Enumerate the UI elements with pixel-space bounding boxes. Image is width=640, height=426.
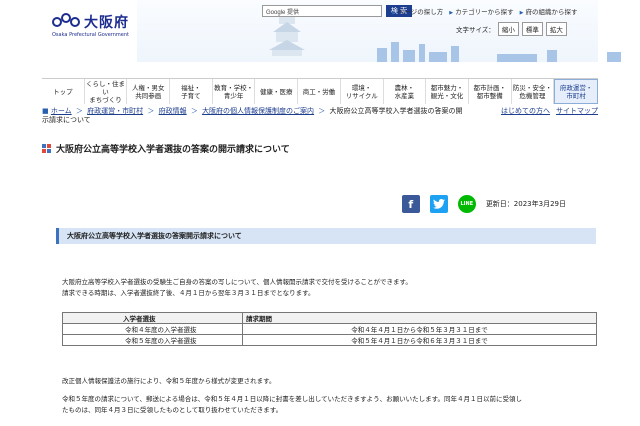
search-input[interactable]: Google 提供 xyxy=(262,5,382,17)
city-skyline-illustration xyxy=(377,42,621,62)
column-header: 入学者選抜 xyxy=(62,312,243,324)
title-marker-icon xyxy=(42,143,51,153)
link-beginners[interactable]: はじめての方へ xyxy=(501,107,550,116)
search-bar: Google 提供 検 索 xyxy=(262,5,412,17)
page-title-bar: 大阪府公立高等学校入学者選抜の答案の開示請求について xyxy=(42,140,598,156)
help-links: はじめての方へ サイトマップ xyxy=(501,107,598,116)
nav-tourism[interactable]: 都市魅力・ 観光・文化 xyxy=(426,79,469,104)
table-cell: 令和５年度の入学者選抜 xyxy=(62,334,243,346)
breadcrumb: ■ ホーム ＞ 府政運営・市町村 ＞ 府政情報 ＞ 大阪府の個人情報保護制度のご… xyxy=(42,107,598,124)
nav-government[interactable]: 府政運営・ 市町村 xyxy=(554,79,598,104)
breadcrumb-privacy[interactable]: 大阪府の個人情報保護制度のご案内 xyxy=(202,107,314,115)
intro-paragraph: 大阪府立高等学校入学者選抜の受験生ご自身の答案の写しについて、個人情報開示請求で… xyxy=(62,277,592,299)
site-logo[interactable]: 大阪府 xyxy=(52,12,129,32)
breadcrumb-current-wrap: 示請求について xyxy=(42,116,91,124)
breadcrumb-gov-info[interactable]: 府政情報 xyxy=(159,107,187,115)
font-enlarge-button[interactable]: 拡大 xyxy=(545,22,567,36)
site-header: 大阪府 Osaka Prefectural Government Google … xyxy=(42,0,621,78)
link-how-to-find[interactable]: ページの探し方 xyxy=(392,6,443,16)
font-size-control: 文字サイズ： 縮小 標準 拡大 xyxy=(456,22,567,36)
osaka-logo-icon xyxy=(52,13,82,31)
breadcrumb-home[interactable]: ホーム xyxy=(51,107,72,115)
font-standard-button[interactable]: 標準 xyxy=(521,22,543,36)
note-paragraph: 令和５年度の請求について、郵送による場合は、令和５年４月１日以降に封書を差し出し… xyxy=(62,394,592,416)
logo-subtitle: Osaka Prefectural Government xyxy=(52,32,130,38)
logo-text: 大阪府 xyxy=(84,15,129,31)
nav-commerce[interactable]: 商工・労働 xyxy=(298,79,341,104)
nav-living[interactable]: くらし・住まい まちづくり xyxy=(85,79,128,104)
font-size-label: 文字サイズ： xyxy=(456,26,495,34)
nav-urban-planning[interactable]: 都市計画・ 都市整備 xyxy=(469,79,512,104)
request-period-table: 入学者選抜 請求期間 令和４年度の入学者選抜 令和４年４月１日から令和５年３月３… xyxy=(62,312,597,346)
intro-line: 請求できる時期は、入学者選抜終了後、４月１日から翌年３月３１日までとなります。 xyxy=(62,289,315,297)
facebook-icon[interactable]: f xyxy=(401,195,420,213)
table-row: 令和５年度の入学者選抜 令和５年４月１日から令和６年３月３１日まで xyxy=(62,334,597,346)
updated-date: 更新日：2023年3月29日 xyxy=(485,200,566,208)
table-header-row: 入学者選抜 請求期間 xyxy=(62,312,597,324)
nav-human-rights[interactable]: 人権・男女 共同参画 xyxy=(127,79,171,104)
link-by-category[interactable]: カテゴリーから探す xyxy=(449,6,514,16)
table-row: 令和４年度の入学者選抜 令和４年４月１日から令和５年３月３１日まで xyxy=(62,323,597,335)
utility-links: ページの探し方 カテゴリーから探す 府の組織から探す xyxy=(392,6,578,16)
share-bar: f LINE 更新日：2023年3月29日 xyxy=(42,193,598,215)
link-by-organization[interactable]: 府の組織から探す xyxy=(520,6,577,16)
note-paragraph: 改正個人情報保護法の施行により、令和５年度から様式が変更されます。 xyxy=(62,377,276,385)
column-header: 請求期間 xyxy=(242,312,597,324)
nav-agriculture[interactable]: 農林・ 水産業 xyxy=(384,79,427,104)
global-nav: トップ くらし・住まい まちづくり 人権・男女 共同参画 福祉・ 子育て 教育・学校・… xyxy=(42,78,598,104)
table-cell: 令和４年４月１日から令和５年３月３１日まで xyxy=(242,323,597,335)
nav-environment[interactable]: 環境・ リサイクル xyxy=(341,79,384,104)
nav-disaster[interactable]: 防災・安全・ 危機管理 xyxy=(512,79,555,104)
breadcrumb-government[interactable]: 府政運営・市町村 xyxy=(87,107,143,115)
table-cell: 令和５年４月１日から令和６年３月３１日まで xyxy=(242,334,597,346)
nav-top[interactable]: トップ xyxy=(42,79,85,104)
page-title: 大阪府公立高等学校入学者選抜の答案の開示請求について xyxy=(56,144,290,155)
font-shrink-button[interactable]: 縮小 xyxy=(497,22,519,36)
nav-health[interactable]: 健康・医療 xyxy=(255,79,299,104)
twitter-icon[interactable] xyxy=(429,195,448,213)
nav-education[interactable]: 教育・学校・ 青少年 xyxy=(213,79,256,104)
intro-line: 大阪府立高等学校入学者選抜の受験生ご自身の答案の写しについて、個人情報開示請求で… xyxy=(62,278,412,286)
section-heading: 大阪府公立高等学校入学者選抜の答案開示請求について xyxy=(56,228,596,244)
note-line: 令和５年度の請求について、郵送による場合は、令和５年４月１日以降に封書を差し出し… xyxy=(62,395,522,403)
table-cell: 令和４年度の入学者選抜 xyxy=(62,323,243,335)
home-icon: ■ xyxy=(42,107,49,115)
breadcrumb-current: 大阪府公立高等学校入学者選抜の答案の開 xyxy=(329,107,463,115)
nav-welfare[interactable]: 福祉・ 子育て xyxy=(170,79,213,104)
page: 大阪府 Osaka Prefectural Government Google … xyxy=(0,0,640,426)
note-line: たものは、同年４月３日に受領したものとして取り扱わせていただきます。 xyxy=(62,406,283,414)
line-icon[interactable]: LINE xyxy=(457,195,476,213)
link-sitemap[interactable]: サイトマップ xyxy=(556,107,598,116)
